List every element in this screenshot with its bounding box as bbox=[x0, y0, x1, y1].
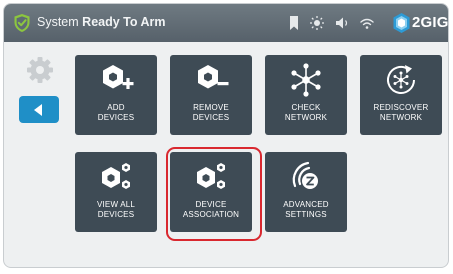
tile-label-line1: REDISCOVER bbox=[373, 103, 429, 112]
z-wave-icon bbox=[292, 161, 318, 189]
tile-label: REMOVE DEVICES bbox=[170, 103, 252, 123]
tile-label-line2: DEVICES bbox=[97, 113, 135, 122]
tile-label: ADVANCED SETTINGS bbox=[265, 200, 347, 220]
device-screen: System Ready To Arm 2GIG ADD DEVICES REM… bbox=[3, 3, 449, 268]
brand-logo: 2GIG bbox=[392, 11, 448, 35]
network-icon bbox=[291, 63, 321, 97]
status-state: Ready To Arm bbox=[82, 15, 166, 29]
logo-text: 2GIG bbox=[412, 14, 449, 31]
device-association-icon bbox=[197, 163, 225, 189]
system-status: System Ready To Arm bbox=[37, 15, 166, 29]
back-button[interactable] bbox=[19, 96, 59, 123]
wifi-icon bbox=[360, 18, 374, 29]
gear-icon bbox=[27, 57, 53, 83]
back-arrow-icon bbox=[34, 104, 42, 116]
tile-label: ADD DEVICES bbox=[75, 103, 157, 123]
remove-devices-button[interactable]: REMOVE DEVICES bbox=[170, 55, 252, 135]
advanced-settings-button[interactable]: ADVANCED SETTINGS bbox=[265, 152, 347, 232]
tile-label-line1: DEVICE bbox=[195, 200, 227, 209]
tile-label-line2: ASSOCIATION bbox=[182, 210, 240, 219]
tile-label-line2: SETTINGS bbox=[285, 210, 327, 219]
tile-label-line1: ADD bbox=[107, 103, 125, 112]
logo-hexagon-icon bbox=[393, 13, 410, 33]
tile-label-line1: VIEW ALL bbox=[96, 200, 136, 209]
tile-label-line1: REMOVE bbox=[193, 103, 229, 112]
tile-label-line1: ADVANCED bbox=[283, 200, 329, 209]
tile-label: VIEW ALL DEVICES bbox=[75, 200, 157, 220]
tile-label-line2: DEVICES bbox=[97, 210, 135, 219]
device-association-button[interactable]: DEVICE ASSOCIATION bbox=[170, 152, 252, 232]
tile-label-line1: CHECK bbox=[291, 103, 321, 112]
tile-label: CHECK NETWORK bbox=[265, 103, 347, 123]
sun-icon bbox=[310, 16, 324, 30]
view-all-devices-button[interactable]: VIEW ALL DEVICES bbox=[75, 152, 157, 232]
shield-icon bbox=[14, 14, 30, 32]
tile-label-line2: NETWORK bbox=[379, 113, 423, 122]
remove-device-icon bbox=[198, 65, 229, 89]
tile-label-line2: DEVICES bbox=[192, 113, 230, 122]
speaker-icon bbox=[336, 17, 348, 29]
check-network-button[interactable]: CHECK NETWORK bbox=[265, 55, 347, 135]
devices-icon bbox=[102, 163, 130, 189]
tile-label: DEVICE ASSOCIATION bbox=[170, 200, 252, 220]
bookmark-icon bbox=[290, 16, 298, 30]
add-devices-button[interactable]: ADD DEVICES bbox=[75, 55, 157, 135]
rediscover-network-button[interactable]: REDISCOVER NETWORK bbox=[360, 55, 442, 135]
status-icons bbox=[290, 16, 374, 30]
status-bar: System Ready To Arm 2GIG bbox=[4, 4, 448, 42]
rediscover-network-icon bbox=[387, 65, 415, 94]
tile-label-line2: NETWORK bbox=[284, 113, 328, 122]
tile-label: REDISCOVER NETWORK bbox=[360, 103, 442, 123]
status-prefix: System bbox=[37, 15, 79, 29]
add-device-icon bbox=[103, 65, 134, 89]
